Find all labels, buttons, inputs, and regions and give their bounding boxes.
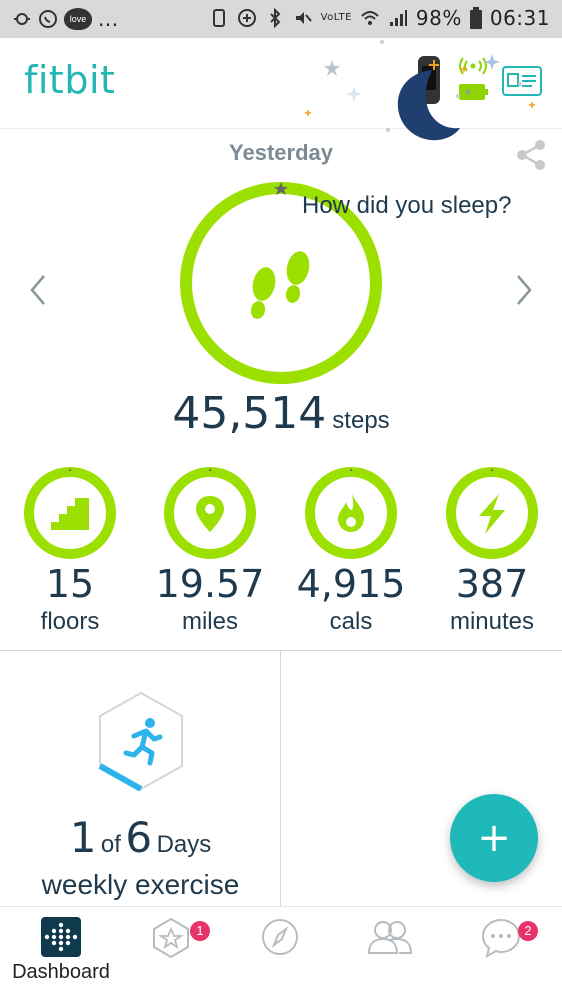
floors-unit: floors (40, 608, 100, 635)
weather-icon (14, 13, 30, 25)
battery-icon (469, 7, 482, 29)
floors-value: 15 (45, 562, 95, 606)
exercise-of: of (100, 831, 121, 858)
exercise-days: 1 of 6 Days (0, 813, 281, 862)
stat-floors[interactable]: 15 floors (10, 466, 130, 636)
exercise-tile[interactable]: 1 of 6 Days weekly exercise (0, 651, 281, 911)
exercise-label: weekly exercise (41, 869, 240, 900)
running-person-icon (98, 691, 183, 791)
exercise-days-label: Days (156, 831, 212, 858)
tab-discover[interactable] (225, 913, 335, 993)
calories-value: 4,915 (296, 562, 406, 606)
calories-unit: cals (329, 608, 373, 635)
challenges-star-icon (153, 917, 189, 959)
discover-compass-icon (262, 919, 298, 955)
steps-unit: steps (332, 407, 390, 434)
add-fab-button[interactable]: + (450, 794, 538, 882)
messages-badge: 2 (518, 921, 538, 941)
love-badge-icon: love (64, 8, 92, 30)
wifi-icon (361, 11, 379, 25)
tab-dashboard[interactable]: Dashboard (6, 913, 116, 993)
challenges-badge: 1 (190, 921, 210, 941)
minutes-value: 387 (455, 562, 529, 606)
dashboard-icon (41, 917, 81, 957)
recycle-icon (212, 9, 225, 27)
location-pin-icon (164, 467, 256, 559)
add-icon: + (477, 815, 511, 861)
tab-dashboard-label: Dashboard (12, 961, 110, 983)
miles-unit: miles (181, 608, 238, 635)
community-friends-icon (367, 921, 413, 954)
clock: 06:31 (489, 6, 550, 30)
stat-calories[interactable]: 4,915 cals (291, 466, 411, 636)
previous-day-icon[interactable] (24, 270, 52, 310)
messages-chat-icon (481, 918, 521, 958)
data-saver-icon (237, 9, 256, 27)
stat-active-minutes[interactable]: 387 minutes (432, 466, 552, 636)
next-day-icon[interactable] (510, 270, 538, 310)
battery-percent: 98% (415, 6, 462, 30)
fitbit-logo: fitbit (24, 58, 116, 102)
steps-summary[interactable]: 45,514 steps (0, 388, 562, 439)
love-badge-text: love (69, 14, 87, 24)
sleep-prompt[interactable]: How did you sleep? (302, 192, 511, 220)
tab-messages[interactable]: 2 (446, 913, 556, 993)
mute-icon (295, 12, 312, 24)
steps-value: 45,514 (172, 388, 327, 439)
flame-icon (305, 467, 397, 559)
minutes-unit: minutes (449, 608, 535, 635)
stairs-icon (24, 467, 116, 559)
more-notifications: ... (98, 7, 119, 31)
bluetooth-icon (269, 8, 281, 28)
lightning-icon (446, 467, 538, 559)
bottom-navigation: Dashboard 1 2 (0, 906, 562, 999)
moon-stars-icon (305, 40, 535, 141)
whatsapp-icon (39, 10, 57, 28)
volte-label: VoLTE (320, 12, 352, 23)
signal-icon (389, 10, 407, 26)
tab-challenges[interactable]: 1 (116, 913, 226, 993)
miles-value: 19.57 (155, 562, 265, 606)
exercise-count: 1 (69, 813, 97, 862)
footprints-icon (250, 251, 310, 319)
tab-community[interactable] (335, 913, 445, 993)
stat-miles[interactable]: 19.57 miles (150, 466, 270, 636)
exercise-total: 6 (125, 813, 153, 862)
